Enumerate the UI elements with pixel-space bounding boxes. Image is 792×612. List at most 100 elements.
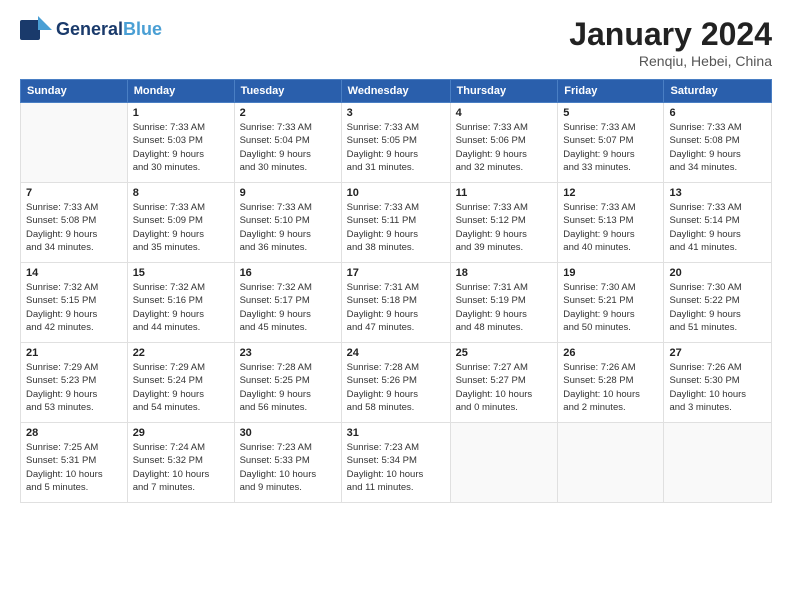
calendar-cell: 28Sunrise: 7:25 AMSunset: 5:31 PMDayligh… [21,423,128,503]
calendar-cell: 24 Sunrise: 7:28 AMSunset: 5:26 PMDayligh… [341,343,450,423]
calendar-cell: 7 Sunrise: 7:33 AMSunset: 5:08 PMDaylight… [21,183,128,263]
day-number: 20 [669,267,766,279]
day-number: 7 [26,187,122,199]
calendar-cell: 21 Sunrise: 7:29 AMSunset: 5:23 PMDayligh… [21,343,128,423]
calendar-cell: 1Sunrise: 7:33 AMSunset: 5:03 PMDaylight… [127,103,234,183]
day-number: 23 [240,347,336,359]
day-number: 10 [347,187,445,199]
day-info: Sunrise: 7:28 AMSunset: 5:26 PMDaylight:… [347,361,445,414]
logo-text: GeneralBlue [56,20,162,40]
week-row-4: 28Sunrise: 7:25 AMSunset: 5:31 PMDayligh… [21,423,772,503]
day-number: 3 [347,107,445,119]
weekday-header-row: SundayMondayTuesdayWednesdayThursdayFrid… [21,80,772,103]
weekday-header-sunday: Sunday [21,80,128,103]
calendar-cell: 14Sunrise: 7:32 AMSunset: 5:15 PMDayligh… [21,263,128,343]
day-info: Sunrise: 7:26 AMSunset: 5:28 PMDaylight:… [563,361,658,414]
calendar-cell [664,423,772,503]
weekday-header-thursday: Thursday [450,80,558,103]
day-number: 9 [240,187,336,199]
day-number: 17 [347,267,445,279]
logo: GeneralBlue [20,16,162,44]
day-number: 27 [669,347,766,359]
day-info: Sunrise: 7:33 AMSunset: 5:13 PMDaylight:… [563,201,658,254]
calendar-cell: 22 Sunrise: 7:29 AMSunset: 5:24 PMDayligh… [127,343,234,423]
calendar-cell: 20 Sunrise: 7:30 AMSunset: 5:22 PMDayligh… [664,263,772,343]
calendar-cell: 18Sunrise: 7:31 AMSunset: 5:19 PMDayligh… [450,263,558,343]
calendar-cell: 2Sunrise: 7:33 AMSunset: 5:04 PMDaylight… [234,103,341,183]
day-info: Sunrise: 7:29 AMSunset: 5:23 PMDaylight:… [26,361,122,414]
day-info: Sunrise: 7:33 AMSunset: 5:09 PMDaylight:… [133,201,229,254]
calendar-cell [450,423,558,503]
day-info: Sunrise: 7:33 AMSunset: 5:05 PMDaylight:… [347,121,445,174]
day-number: 28 [26,427,122,439]
logo-icon [20,16,52,44]
week-row-1: 7 Sunrise: 7:33 AMSunset: 5:08 PMDaylight… [21,183,772,263]
calendar-cell: 5Sunrise: 7:33 AMSunset: 5:07 PMDaylight… [558,103,664,183]
day-number: 29 [133,427,229,439]
calendar-cell: 26Sunrise: 7:26 AMSunset: 5:28 PMDayligh… [558,343,664,423]
day-info: Sunrise: 7:32 AMSunset: 5:16 PMDaylight:… [133,281,229,334]
weekday-header-tuesday: Tuesday [234,80,341,103]
day-number: 31 [347,427,445,439]
calendar-cell: 10 Sunrise: 7:33 AMSunset: 5:11 PMDayligh… [341,183,450,263]
day-number: 30 [240,427,336,439]
calendar-cell: 19 Sunrise: 7:30 AMSunset: 5:21 PMDayligh… [558,263,664,343]
day-number: 2 [240,107,336,119]
calendar-cell: 27 Sunrise: 7:26 AMSunset: 5:30 PMDayligh… [664,343,772,423]
day-number: 4 [456,107,553,119]
calendar-cell: 29 Sunrise: 7:24 AMSunset: 5:32 PMDayligh… [127,423,234,503]
calendar-cell: 23 Sunrise: 7:28 AMSunset: 5:25 PMDayligh… [234,343,341,423]
day-info: Sunrise: 7:23 AMSunset: 5:33 PMDaylight:… [240,441,336,494]
day-number: 19 [563,267,658,279]
day-number: 18 [456,267,553,279]
week-row-3: 21 Sunrise: 7:29 AMSunset: 5:23 PMDayligh… [21,343,772,423]
title-area: January 2024 Renqiu, Hebei, China [569,16,772,69]
day-info: Sunrise: 7:33 AMSunset: 5:12 PMDaylight:… [456,201,553,254]
day-info: Sunrise: 7:30 AMSunset: 5:22 PMDaylight:… [669,281,766,334]
calendar-cell [558,423,664,503]
day-info: Sunrise: 7:33 AMSunset: 5:08 PMDaylight:… [26,201,122,254]
weekday-header-monday: Monday [127,80,234,103]
day-number: 25 [456,347,553,359]
calendar-cell: 3 Sunrise: 7:33 AMSunset: 5:05 PMDaylight… [341,103,450,183]
calendar-cell: 4Sunrise: 7:33 AMSunset: 5:06 PMDaylight… [450,103,558,183]
location: Renqiu, Hebei, China [569,53,772,69]
page-header: GeneralBlue January 2024 Renqiu, Hebei, … [20,16,772,69]
calendar-cell: 9 Sunrise: 7:33 AMSunset: 5:10 PMDaylight… [234,183,341,263]
day-info: Sunrise: 7:33 AMSunset: 5:14 PMDaylight:… [669,201,766,254]
day-number: 13 [669,187,766,199]
day-info: Sunrise: 7:28 AMSunset: 5:25 PMDaylight:… [240,361,336,414]
day-info: Sunrise: 7:24 AMSunset: 5:32 PMDaylight:… [133,441,229,494]
day-info: Sunrise: 7:31 AMSunset: 5:18 PMDaylight:… [347,281,445,334]
day-info: Sunrise: 7:33 AMSunset: 5:08 PMDaylight:… [669,121,766,174]
calendar-cell: 6Sunrise: 7:33 AMSunset: 5:08 PMDaylight… [664,103,772,183]
calendar-cell: 17 Sunrise: 7:31 AMSunset: 5:18 PMDayligh… [341,263,450,343]
calendar-cell: 31Sunrise: 7:23 AMSunset: 5:34 PMDayligh… [341,423,450,503]
day-number: 15 [133,267,229,279]
day-number: 16 [240,267,336,279]
week-row-2: 14Sunrise: 7:32 AMSunset: 5:15 PMDayligh… [21,263,772,343]
calendar-cell: 15 Sunrise: 7:32 AMSunset: 5:16 PMDayligh… [127,263,234,343]
day-info: Sunrise: 7:29 AMSunset: 5:24 PMDaylight:… [133,361,229,414]
calendar-cell: 12 Sunrise: 7:33 AMSunset: 5:13 PMDayligh… [558,183,664,263]
calendar-cell: 25Sunrise: 7:27 AMSunset: 5:27 PMDayligh… [450,343,558,423]
day-info: Sunrise: 7:33 AMSunset: 5:11 PMDaylight:… [347,201,445,254]
day-number: 8 [133,187,229,199]
calendar-cell: 16 Sunrise: 7:32 AMSunset: 5:17 PMDayligh… [234,263,341,343]
weekday-header-wednesday: Wednesday [341,80,450,103]
day-number: 12 [563,187,658,199]
day-info: Sunrise: 7:32 AMSunset: 5:17 PMDaylight:… [240,281,336,334]
weekday-header-friday: Friday [558,80,664,103]
day-number: 21 [26,347,122,359]
day-info: Sunrise: 7:30 AMSunset: 5:21 PMDaylight:… [563,281,658,334]
day-info: Sunrise: 7:33 AMSunset: 5:03 PMDaylight:… [133,121,229,174]
calendar-cell: 30 Sunrise: 7:23 AMSunset: 5:33 PMDayligh… [234,423,341,503]
day-number: 22 [133,347,229,359]
day-number: 11 [456,187,553,199]
weekday-header-saturday: Saturday [664,80,772,103]
calendar-cell [21,103,128,183]
week-row-0: 1Sunrise: 7:33 AMSunset: 5:03 PMDaylight… [21,103,772,183]
day-info: Sunrise: 7:33 AMSunset: 5:10 PMDaylight:… [240,201,336,254]
day-info: Sunrise: 7:26 AMSunset: 5:30 PMDaylight:… [669,361,766,414]
day-number: 24 [347,347,445,359]
